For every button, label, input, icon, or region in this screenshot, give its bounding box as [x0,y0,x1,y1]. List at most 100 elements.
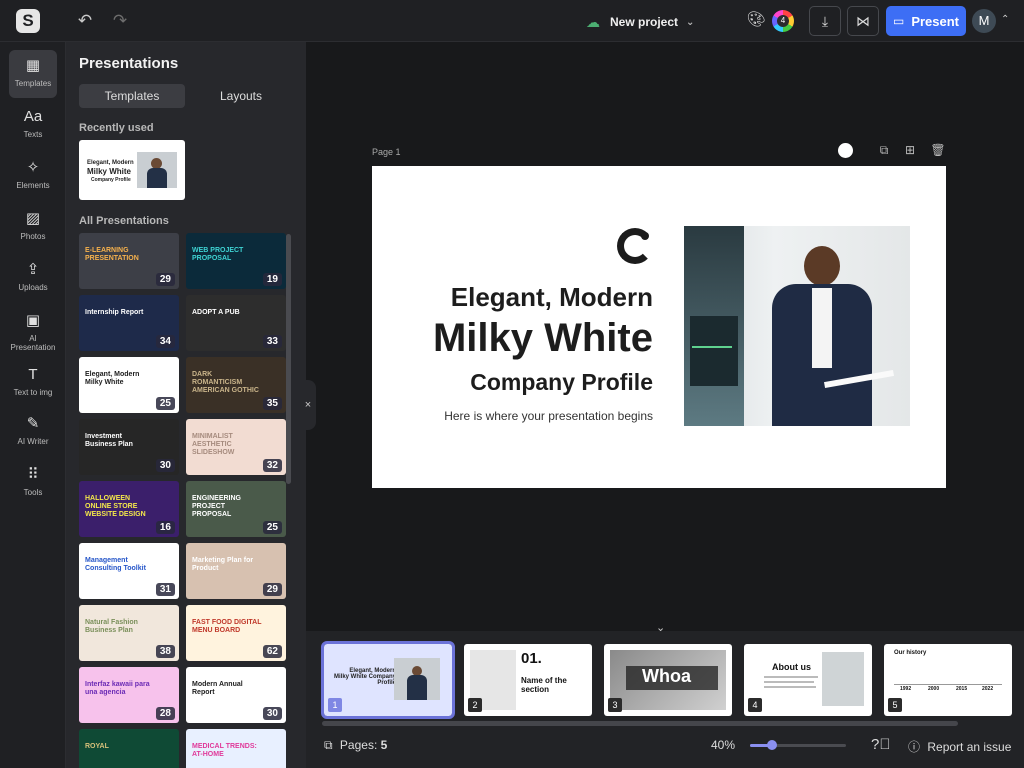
rail-item-text-to-img[interactable]: T Text to img [9,359,57,407]
template-card[interactable]: Natural Fashion Business Plan 38 [79,605,179,661]
rail-item-label: Photos [20,232,46,241]
recent-template-thumbnail[interactable]: Elegant, Modern Milky White Company Prof… [79,140,185,200]
avatar[interactable]: M [972,9,996,33]
template-card[interactable]: E-LEARNING PRESENTATION 29 [79,233,179,289]
template-page-count: 62 [262,645,282,658]
chevron-up-icon[interactable]: ⌃ [1001,14,1009,25]
template-title: E-LEARNING PRESENTATION [85,247,139,262]
page-number-badge: 2 [468,698,482,712]
template-card[interactable]: FAST FOOD DIGITAL MENU BOARD 62 [186,605,286,661]
zoom-slider[interactable] [750,744,846,747]
color-wheel-icon[interactable]: 4 [772,10,794,32]
panel-scrollbar[interactable] [286,234,291,484]
template-page-count: 28 [155,707,175,720]
undo-icon[interactable]: ↶ [73,9,97,33]
all-presentations-label: All Presentations [79,215,169,227]
page-thumbnail-5[interactable]: Our history 1992 2000 2015 2022 5 [884,644,1012,716]
app-logo[interactable]: S [16,9,40,33]
template-card[interactable]: DARK ROMANTICISM AMERICAN GOTHIC 35 [186,357,286,413]
pages-counter: ⧉ Pages: 5 [324,738,387,753]
template-title: Management Consulting Toolkit [85,557,146,572]
tab-templates[interactable]: Templates [79,84,185,108]
template-title: Elegant, Modern Milky White [85,371,140,386]
template-title: ENGINEERING PROJECT PROPOSAL [192,495,242,518]
template-page-count: 19 [262,273,282,286]
text-to-img-icon: T [28,366,38,383]
uploads-icon: ⇪ [26,261,40,278]
page-strip-scrollbar[interactable] [322,721,958,726]
template-card[interactable]: ADOPT A PUB 33 [186,295,286,351]
rail-item-templates[interactable]: ▦ Templates [9,50,57,98]
template-title: ADOPT A PUB [192,309,240,316]
template-page-count: 32 [262,459,282,472]
template-title: HALLOWEEN ONLINE STORE WEBSITE DESIGN [85,495,146,518]
template-card[interactable]: ENGINEERING PROJECT PROPOSAL 25 [186,481,286,537]
template-title: MEDICAL TRENDS: AT-HOME [192,743,257,758]
slide-logo-dot [641,232,649,240]
share-button[interactable]: ⋈ [847,6,879,36]
rail-item-tools[interactable]: ⠿ Tools [9,459,57,507]
report-issue-link[interactable]: ⓘ Report an issue [908,738,1011,755]
templates-icon: ▦ [25,57,41,74]
background-color-swatch[interactable] [838,143,853,158]
page-thumbnail-1[interactable]: Elegant, Modern Milky White Company Prof… [321,641,455,719]
share-icon: ⋈ [856,13,870,29]
template-card[interactable]: MEDICAL TRENDS: AT-HOME [186,729,286,768]
rail-item-photos[interactable]: ▨ Photos [9,203,57,251]
collapse-panel-button[interactable]: × [300,380,316,430]
rail-item-label: Tools [23,488,43,497]
page-thumbnail-3[interactable]: Whoa 3 [604,644,732,716]
delete-page-icon[interactable]: 🗑︎ [930,143,946,157]
template-title: WEB PROJECT PROPOSAL [192,247,244,262]
tab-layouts[interactable]: Layouts [188,84,294,108]
template-card[interactable]: Internship Report 34 [79,295,179,351]
template-card[interactable]: WEB PROJECT PROPOSAL 19 [186,233,286,289]
template-page-count: 34 [155,335,175,348]
template-card[interactable]: Investment Business Plan 30 [79,419,179,475]
slide-heading-line2[interactable]: Milky White [433,316,653,361]
page-number-badge: 5 [888,698,902,712]
rail-item-ai-writer[interactable]: ✎ AI Writer [9,408,57,456]
template-title: Marketing Plan for Product [192,557,254,572]
recently-used-label: Recently used [79,122,154,134]
present-button[interactable]: ▭ Present [886,6,966,36]
add-page-icon[interactable]: ⊞ [902,143,918,157]
template-card[interactable]: Elegant, Modern Milky White 25 [79,357,179,413]
palette-icon[interactable]: 🎨︎ [746,10,766,30]
page-1-title: Elegant, Modern Milky White Company Prof… [334,668,397,686]
page-number-badge: 3 [608,698,622,712]
download-button[interactable]: ⤓ [809,6,841,36]
help-icon[interactable]: ?⃝ [871,736,891,753]
rail-item-uploads[interactable]: ⇪ Uploads [9,254,57,302]
template-card[interactable]: ROYAL [79,729,179,768]
project-name-dropdown[interactable]: ☁ New project ⌄ [586,12,694,32]
template-card[interactable]: HALLOWEEN ONLINE STORE WEBSITE DESIGN 16 [79,481,179,537]
template-card[interactable]: Marketing Plan for Product 29 [186,543,286,599]
page-thumbnail-4[interactable]: About us 4 [744,644,872,716]
slide-heading-line3[interactable]: Company Profile [470,369,653,396]
template-title: Natural Fashion Business Plan [85,619,138,634]
slide-tagline[interactable]: Here is where your presentation begins [444,409,653,423]
elements-icon: ✧ [26,159,40,176]
rail-item-label: Elements [16,181,50,190]
page-label: Page 1 [372,147,401,157]
template-card[interactable]: Management Consulting Toolkit 31 [79,543,179,599]
page-1-photo [394,658,440,700]
rail-item-elements[interactable]: ✧ Elements [9,152,57,200]
page-5-year-1: 1992 [900,686,912,692]
slide-heading-line1[interactable]: Elegant, Modern [451,282,653,313]
slide-canvas[interactable]: Elegant, Modern Milky White Company Prof… [372,166,946,488]
page-number-badge: 4 [748,698,762,712]
rail-item-texts[interactable]: Aa Texts [9,101,57,149]
page-thumbnail-2[interactable]: 01. Name of the section 2 [464,644,592,716]
rail-item-ai-presentation[interactable]: ▣ AI Presentation [9,305,57,353]
redo-icon[interactable]: ↷ [108,9,132,33]
left-rail: ▦ Templates Aa Texts ✧ Elements ▨ Photos ⇪ Upload… [0,42,66,768]
template-page-count: 31 [155,583,175,596]
template-card[interactable]: MINIMALIST AESTHETIC SLIDESHOW 32 [186,419,286,475]
duplicate-page-icon[interactable]: ⧉ [876,143,892,158]
template-card[interactable]: Interfaz kawaii para una agencia 28 [79,667,179,723]
download-icon: ⤓ [821,13,829,29]
template-card[interactable]: Modern Annual Report 30 [186,667,286,723]
slide-photo[interactable] [684,226,910,426]
